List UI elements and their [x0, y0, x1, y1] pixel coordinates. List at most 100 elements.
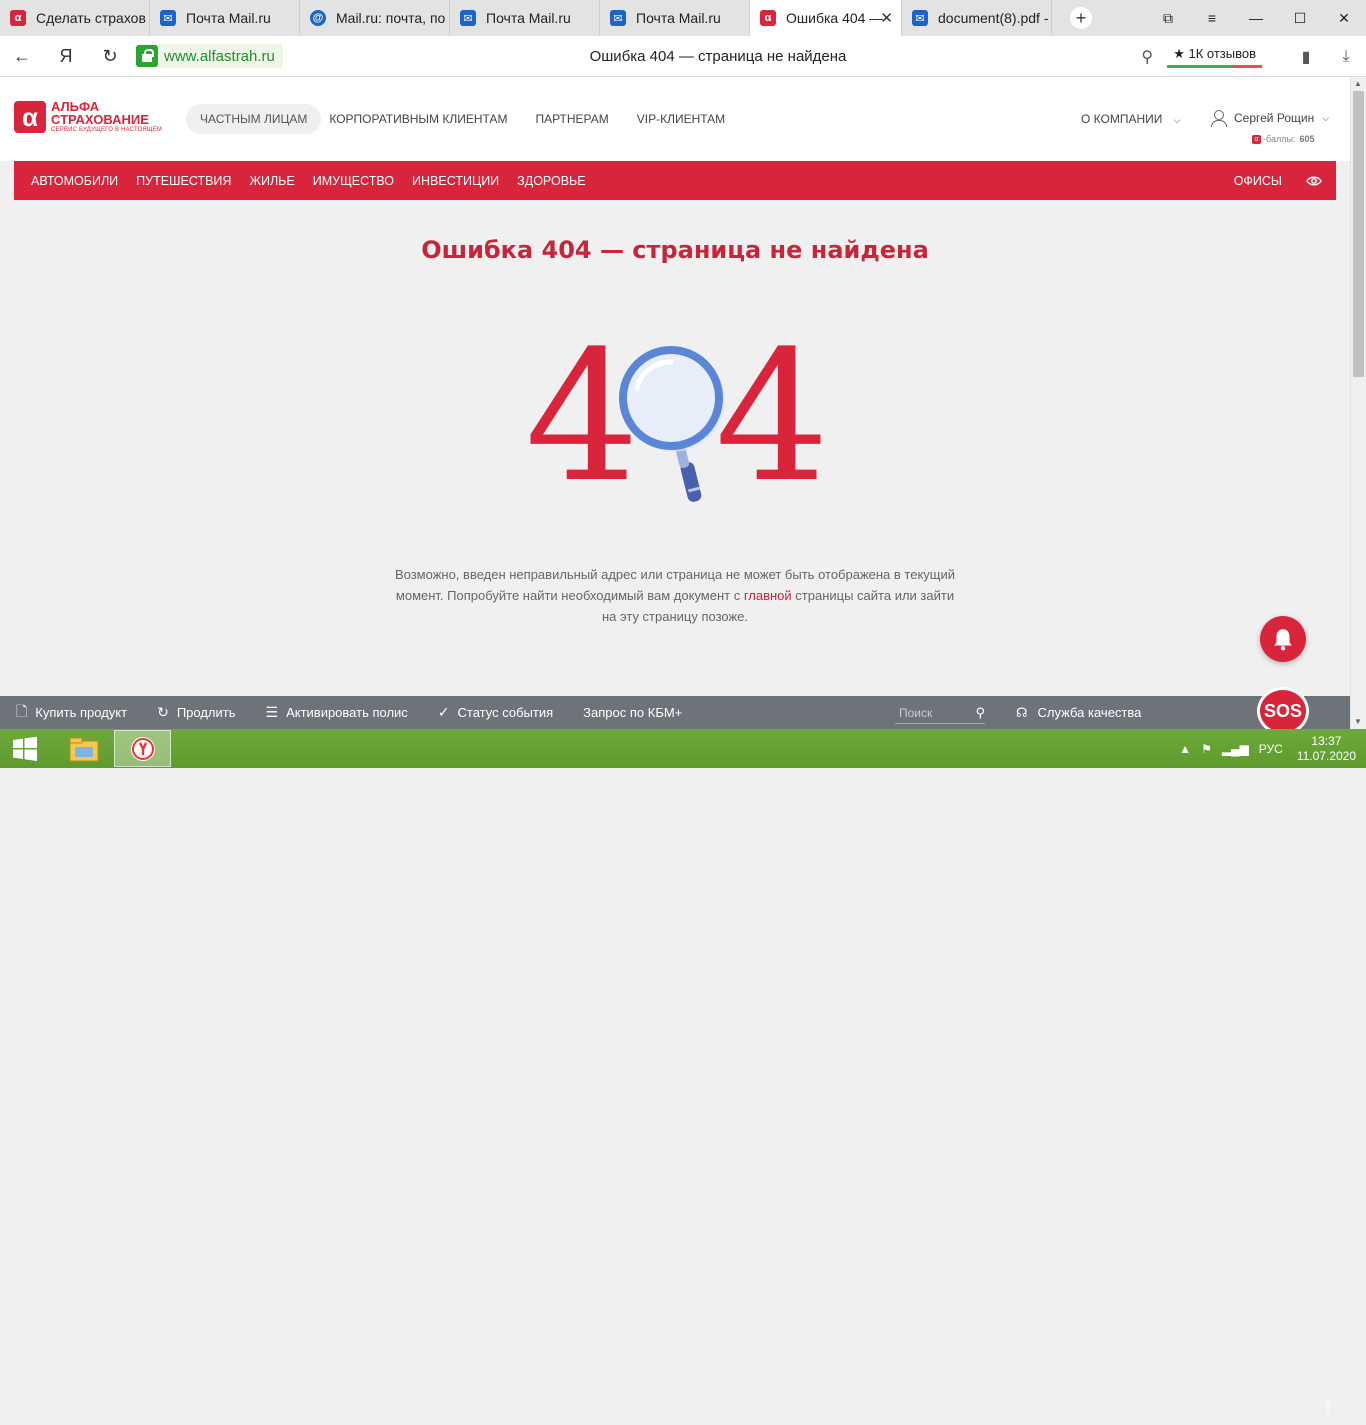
category-housing[interactable]: ЖИЛЬЕ — [240, 161, 303, 200]
clock[interactable]: 13:37 11.07.2020 — [1297, 734, 1356, 764]
category-property[interactable]: ИМУЩЕСТВО — [304, 161, 403, 200]
browser-tab[interactable]: α Сделать страховку — [0, 0, 150, 36]
scroll-top-icon[interactable]: ⤒ — [1316, 1392, 1340, 1425]
segment-vip[interactable]: VIP-КЛИЕНТАМ — [623, 104, 739, 134]
category-nav: АВТОМОБИЛИ ПУТЕШЕСТВИЯ ЖИЛЬЕ ИМУЩЕСТВО И… — [14, 161, 1336, 200]
windows-taskbar: ▲ ⚑ ▂▄▆ РУС 13:37 11.07.2020 — [0, 729, 1366, 768]
segment-private[interactable]: ЧАСТНЫМ ЛИЦАМ — [186, 104, 322, 134]
browser-tab-strip: α Сделать страховку ✉ Почта Mail.ru @ Ma… — [0, 0, 1366, 36]
quality-service-button[interactable]: ☊ Служба качества — [1016, 696, 1141, 729]
quality-label: Служба качества — [1037, 705, 1142, 720]
menu-icon[interactable]: ≡ — [1190, 0, 1234, 36]
reviews-badge[interactable]: ★ 1К отзывов — [1167, 46, 1262, 68]
error-title: Ошибка 404 — страница не найдена — [421, 236, 929, 264]
error-404-illustration: 4 4 — [525, 342, 825, 522]
clock-time: 13:37 — [1311, 733, 1342, 748]
user-menu[interactable]: Сергей Рощин ⌵ — [1210, 110, 1329, 127]
eye-icon[interactable] — [1306, 173, 1322, 189]
tray-arrow-icon[interactable]: ▲ — [1179, 742, 1191, 756]
browser-tab[interactable]: ✉ document(8).pdf - — [902, 0, 1052, 36]
file-explorer-icon[interactable] — [55, 730, 112, 767]
event-status-button[interactable]: ✓ Статус события — [438, 704, 553, 721]
reload-icon[interactable]: ↻ — [88, 36, 132, 77]
logo[interactable]: α АЛЬФА СТРАХОВАНИЕ СЕРВИС БУДУЩЕГО В НА… — [14, 100, 162, 134]
maximize-icon[interactable]: ☐ — [1278, 0, 1322, 36]
offices-link[interactable]: ОФИСЫ — [1234, 161, 1282, 200]
chevron-down-icon: ⌵ — [1173, 115, 1181, 125]
back-icon[interactable]: ← — [0, 36, 44, 77]
renew-button[interactable]: ↻ Продлить — [157, 704, 235, 721]
browser-tab[interactable]: ✉ Почта Mail.ru — [600, 0, 750, 36]
buy-product-button[interactable]: 🗋 Купить продукт — [16, 701, 127, 725]
segment-partners[interactable]: ПАРТНЕРАМ — [521, 104, 622, 134]
digit-left: 4 — [525, 342, 640, 522]
yandex-browser-icon[interactable] — [114, 730, 171, 767]
clock-date: 11.07.2020 — [1296, 748, 1356, 763]
user-name: Сергей Рощин — [1234, 111, 1315, 125]
activate-policy-button[interactable]: ☰ Активировать полис — [266, 704, 408, 721]
scroll-down-icon[interactable]: ▼ — [1354, 717, 1362, 726]
bonus-value: 605 — [1299, 134, 1315, 144]
event-status-label: Статус события — [457, 705, 554, 720]
tab-title: Сделать страховку — [36, 10, 146, 26]
url-field[interactable]: www.alfastrah.ru — [136, 44, 283, 68]
url-text: www.alfastrah.ru — [164, 47, 275, 65]
tab-title: Mail.ru: почта, поиск — [336, 10, 446, 26]
window-controls: ⧉ ≡ — ☐ ✕ — [1146, 0, 1366, 36]
tab-title: Почта Mail.ru — [636, 10, 721, 26]
alfa-small-icon: α — [1252, 134, 1261, 144]
category-investments[interactable]: ИНВЕСТИЦИИ — [403, 161, 508, 200]
bonus-label: -баллы: — [1263, 134, 1296, 144]
user-icon — [1210, 110, 1227, 127]
about-menu[interactable]: О КОМПАНИИ ⌵ — [1081, 112, 1181, 126]
mail-icon: ✉ — [460, 10, 476, 26]
browser-tab-active[interactable]: α Ошибка 404 — ✕ — [750, 0, 902, 36]
tab-title: document(8).pdf - — [938, 10, 1048, 26]
activate-policy-label: Активировать полис — [286, 705, 408, 720]
home-link[interactable]: главной — [744, 588, 792, 603]
logo-line2: СТРАХОВАНИЕ — [51, 112, 149, 127]
alfa-icon: α — [760, 10, 776, 26]
renew-icon: ↻ — [157, 704, 169, 720]
segment-corporate[interactable]: КОРПОРАТИВНЫМ КЛИЕНТАМ — [315, 104, 521, 134]
search-input[interactable]: Поиск ⚲ — [895, 702, 985, 724]
reviews-text: 1К отзывов — [1188, 45, 1256, 61]
page-scrollbar[interactable]: ▲ ▼ — [1350, 77, 1366, 728]
category-health[interactable]: ЗДОРОВЬЕ — [508, 161, 594, 200]
bell-icon — [1274, 629, 1292, 651]
alfa-icon: α — [10, 10, 26, 26]
language-indicator[interactable]: РУС — [1259, 742, 1283, 756]
kbm-request-button[interactable]: Запрос по КБМ+ — [583, 705, 682, 720]
search-icon[interactable]: ⚲ — [975, 705, 985, 721]
scroll-thumb[interactable] — [1353, 91, 1364, 377]
minimize-icon[interactable]: — — [1234, 0, 1278, 36]
close-icon[interactable]: ✕ — [880, 9, 893, 27]
error-description: Возможно, введен неправильный адрес или … — [393, 564, 957, 627]
yandex-icon[interactable]: Я — [44, 36, 88, 77]
download-icon[interactable]: ⤓ — [1326, 36, 1366, 77]
browser-tab[interactable]: ✉ Почта Mail.ru — [150, 0, 300, 36]
about-label: О КОМПАНИИ — [1081, 112, 1163, 126]
tab-title: Почта Mail.ru — [486, 10, 571, 26]
renew-label: Продлить — [176, 705, 236, 720]
tabs-list-icon[interactable]: ⧉ — [1146, 0, 1190, 36]
search-icon[interactable]: ⚲ — [1127, 36, 1167, 77]
signal-icon[interactable]: ▂▄▆ — [1222, 742, 1249, 756]
close-window-icon[interactable]: ✕ — [1322, 0, 1366, 36]
mail-icon: ✉ — [912, 10, 928, 26]
notifications-button[interactable] — [1260, 616, 1306, 662]
category-cars[interactable]: АВТОМОБИЛИ — [14, 161, 127, 200]
browser-tab[interactable]: @ Mail.ru: почта, поиск — [300, 0, 450, 36]
network-warning-icon[interactable]: ⚑ — [1201, 742, 1212, 756]
search-placeholder: Поиск — [899, 705, 933, 720]
sos-button[interactable]: SOS — [1257, 687, 1309, 735]
bookmark-icon[interactable]: ▮ — [1286, 36, 1326, 77]
scroll-up-icon[interactable]: ▲ — [1354, 79, 1362, 88]
new-tab-button[interactable]: + — [1066, 0, 1096, 36]
category-travel[interactable]: ПУТЕШЕСТВИЯ — [127, 161, 240, 200]
address-bar: ← Я ↻ www.alfastrah.ru Ошибка 404 — стра… — [0, 36, 1366, 77]
windows-start-icon[interactable] — [0, 729, 50, 768]
browser-tab[interactable]: ✉ Почта Mail.ru — [450, 0, 600, 36]
plus-icon: + — [1070, 7, 1092, 29]
kbm-request-label: Запрос по КБМ+ — [583, 705, 683, 720]
